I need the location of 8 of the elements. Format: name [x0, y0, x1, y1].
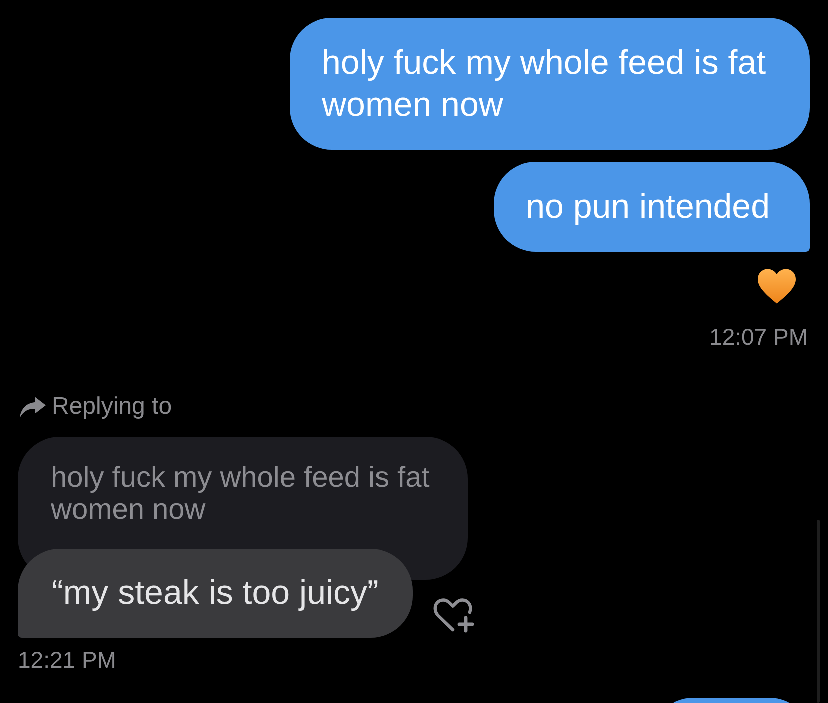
- timestamp: 12:21 PM: [18, 647, 116, 673]
- add-reaction-icon[interactable]: [432, 597, 475, 633]
- sent-message: holy fuck my whole feed is fat women now: [290, 18, 810, 150]
- replying-to-label: Replying to: [52, 395, 172, 419]
- received-message: “my steak is too juicy”: [18, 549, 413, 638]
- sent-message: no pun intended: [494, 162, 810, 252]
- timestamp: 12:07 PM: [710, 324, 808, 350]
- reply-arrow-icon: [20, 396, 46, 418]
